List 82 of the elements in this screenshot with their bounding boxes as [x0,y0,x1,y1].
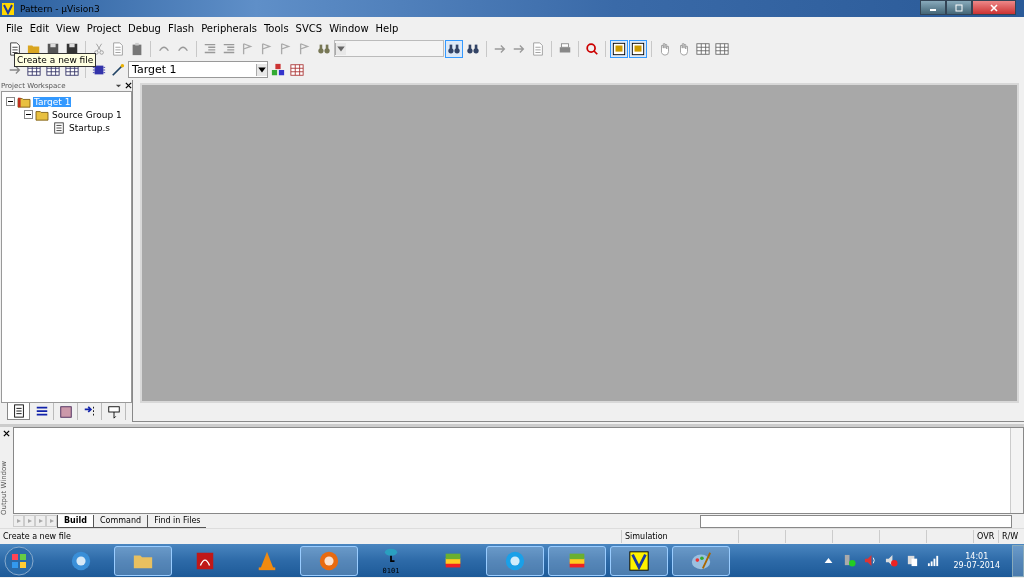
close-icon[interactable] [3,430,10,437]
clock-date[interactable]: 29-07-2014 [953,560,1000,570]
menu-item[interactable]: Project [86,22,122,34]
app-icon [504,549,526,572]
menu-item[interactable]: Tools [263,22,289,34]
menu-item[interactable]: Peripherals [201,22,257,34]
menu-item[interactable]: SVCS [295,22,323,34]
lines-icon [222,41,236,56]
menu-item[interactable]: Window [329,22,369,34]
clipboard-icon [130,41,144,56]
status-text: Create a new file [2,531,72,543]
list-icon [83,404,97,419]
close-icon [989,3,999,12]
speaker-icon[interactable] [884,554,898,567]
target-select[interactable]: Target 1 [128,61,268,78]
maximize-button[interactable] [946,0,972,15]
scrollbar[interactable] [700,514,1012,528]
taskbar-button[interactable] [610,545,668,576]
status-text: Simulation [621,530,738,543]
flag-icon [241,41,255,56]
page-icon [531,41,545,56]
menu-item[interactable]: View [56,22,80,34]
blocks-icon [271,62,285,77]
signal-icon[interactable] [926,554,940,567]
tooltip: Create a new file [14,53,97,67]
page-icon [111,41,125,56]
scissors-icon [92,41,106,56]
wand-icon [111,62,125,77]
pointer-icon [107,404,121,419]
output-tab[interactable]: Command [93,514,148,528]
menu-item[interactable]: Edit [29,22,50,34]
app-icon [690,549,712,572]
folder-icon [17,95,31,108]
restore-icon [954,3,964,12]
app-icon [70,549,92,572]
menu-item[interactable]: Flash [167,22,195,34]
app-icon [628,549,650,572]
clock-time[interactable]: 14:01 [965,551,989,561]
output-tab[interactable]: Find in Files [147,514,207,528]
lines-icon [203,41,217,56]
status-text: R/W [998,530,1023,543]
menu-item[interactable]: Help [375,22,399,34]
toolbar-button[interactable] [629,39,647,58]
page-icon [8,41,22,56]
app-icon [2,2,14,15]
hand-icon [677,41,691,56]
window-icon [631,41,645,56]
minimize-button[interactable] [920,0,946,15]
hand-icon [658,41,672,56]
grid-icon [696,41,710,56]
window-icon [612,41,626,56]
grid-icon [715,41,729,56]
file-icon [52,121,66,134]
window-title: Pattern - µVision3 [20,3,100,14]
flag-icon [298,41,312,56]
flag-icon [279,41,293,56]
menu-item[interactable]: Debug [128,22,161,34]
speaker-icon[interactable] [863,554,877,567]
collapse-toggle[interactable] [24,110,33,119]
grid-icon [290,62,304,77]
app-icon [318,549,340,572]
output-tab[interactable]: Build [57,514,93,528]
close-button[interactable] [972,0,1016,15]
tree-item[interactable]: Source Group 1 [51,109,123,120]
menu-item[interactable]: File [6,22,23,34]
lines-icon [35,404,49,419]
status-text: OVR [973,530,998,543]
dropdown-icon [256,63,267,76]
device-icon[interactable] [842,554,856,567]
toolbar-button[interactable] [610,39,628,58]
tree-item[interactable]: Startup.s [68,122,111,133]
toolbar-button[interactable] [445,39,463,58]
flag-icon [260,41,274,56]
close-icon[interactable] [125,82,132,89]
collapse-toggle[interactable] [6,97,15,106]
network-icon[interactable] [905,554,919,567]
dropdown-icon [335,42,346,55]
magnifier-icon [585,41,599,56]
dropdown-icon[interactable] [115,82,122,89]
scrollbar[interactable] [1010,428,1023,513]
printer-icon [558,41,572,56]
start-button[interactable] [4,545,34,576]
